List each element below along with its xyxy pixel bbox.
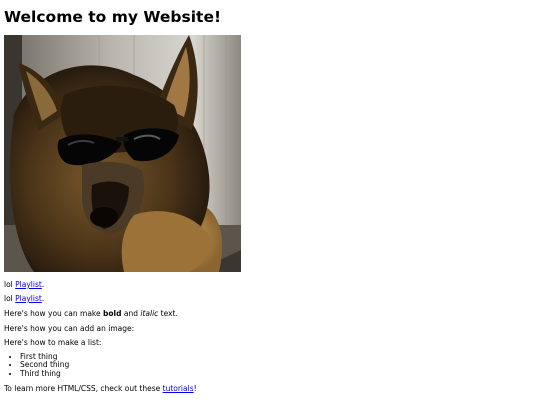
para1-prefix: lol — [4, 280, 16, 289]
para2-prefix: lol — [4, 294, 16, 303]
list-intro-paragraph: Here's how to make a list: — [4, 338, 102, 347]
tutorials-paragraph: To learn more HTML/CSS, check out these … — [4, 384, 197, 394]
italic-text: italic — [140, 309, 159, 318]
thing-list: First thing Second thing Third thing — [4, 352, 69, 378]
playlist-link-1[interactable]: Playlist — [15, 280, 42, 289]
playlist-paragraph-2: lol Playlist. — [4, 294, 44, 304]
playlist-link-2[interactable]: Playlist — [15, 294, 42, 303]
image-paragraph: Here's how you can add an image: — [4, 324, 135, 333]
tutorials-link[interactable]: tutorials — [163, 384, 194, 393]
dog-photo — [4, 35, 241, 272]
playlist-paragraph-1: lol Playlist. — [4, 280, 44, 290]
para3-middle: and — [121, 309, 141, 318]
page-title: Welcome to my Website! — [4, 8, 222, 26]
bold-text: bold — [103, 309, 122, 318]
formatting-paragraph: Here's how you can make bold and italic … — [4, 309, 178, 319]
para3-prefix: Here's how you can make — [4, 309, 103, 318]
para6-suffix: ! — [193, 384, 197, 393]
para1-suffix: . — [41, 280, 45, 289]
para2-suffix: . — [41, 294, 45, 303]
para6-prefix: To learn more HTML/CSS, check out these — [4, 384, 163, 393]
para3-suffix: text. — [158, 309, 178, 318]
list-item: Third thing — [20, 369, 69, 378]
